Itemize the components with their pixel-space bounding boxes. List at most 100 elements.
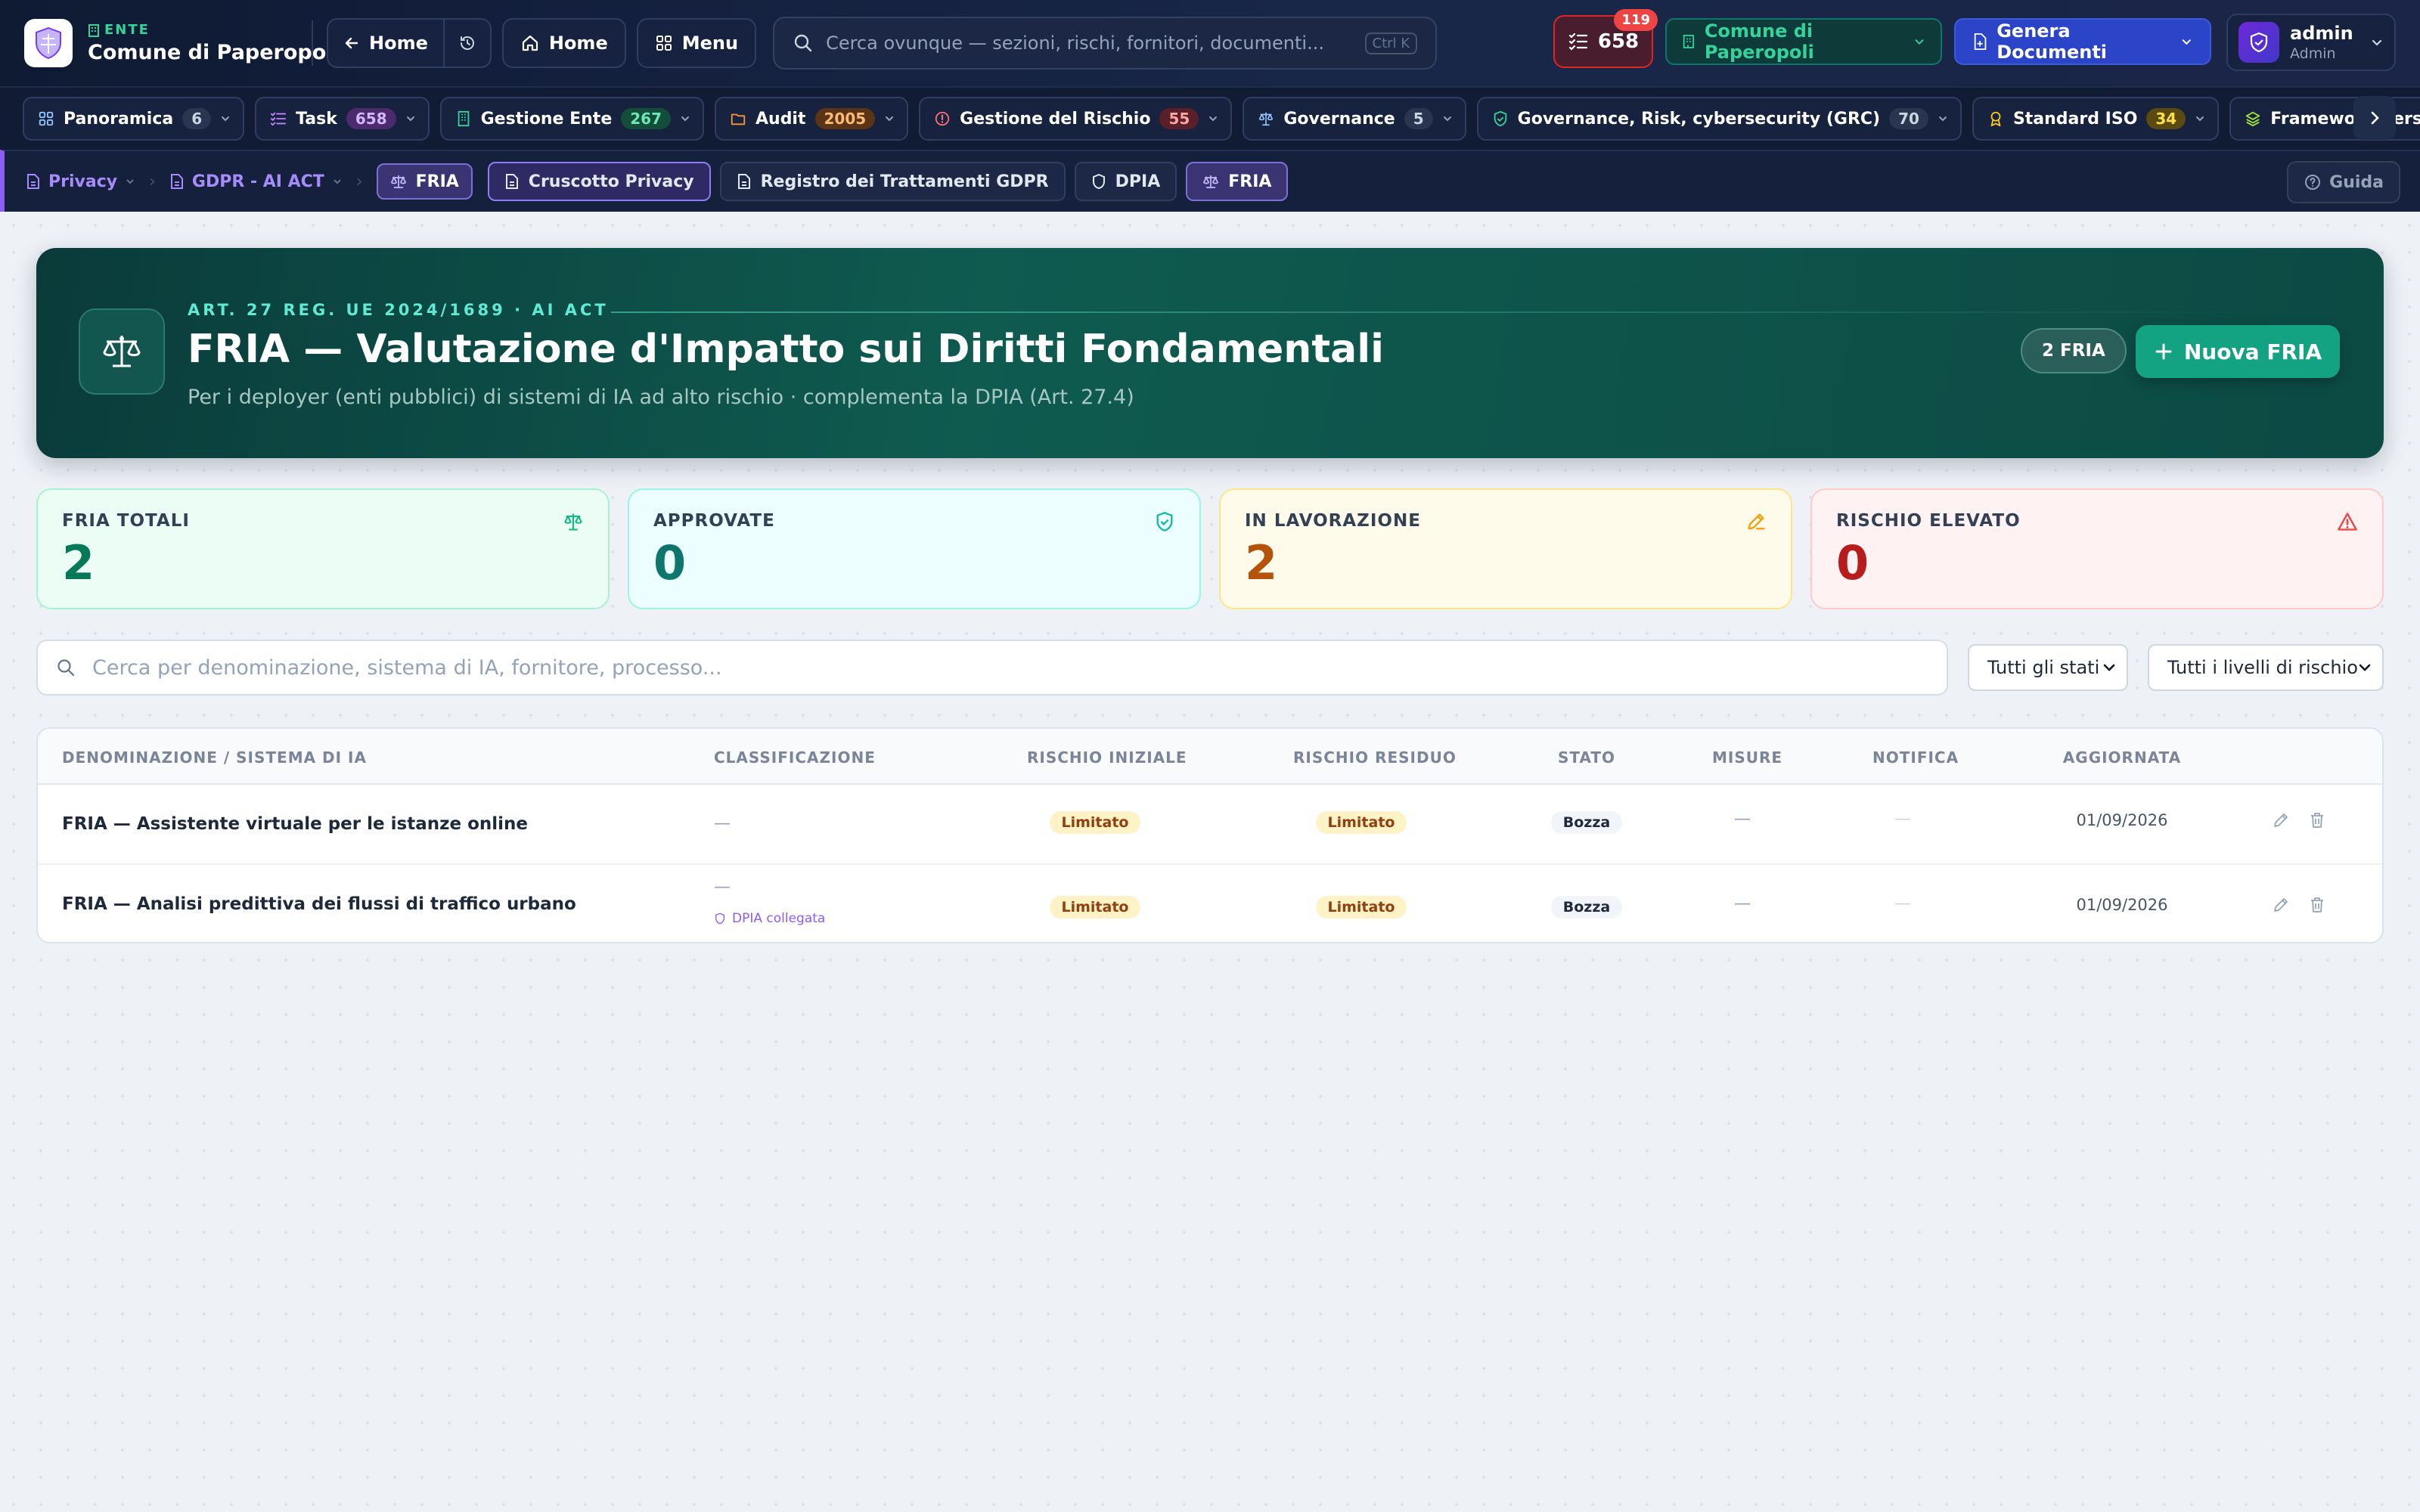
column-header[interactable]: NOTIFICA xyxy=(1872,748,1958,767)
guide-button[interactable]: Guida xyxy=(2287,161,2400,203)
module-scroll-right-button[interactable] xyxy=(2353,96,2396,140)
measures-value: — xyxy=(1734,810,1751,829)
tasklist-icon xyxy=(1568,33,1587,51)
edit-icon xyxy=(2274,898,2288,912)
user-info: admin Admin xyxy=(2290,23,2353,62)
stat-card-approvate: APPROVATE 0 xyxy=(628,488,1201,609)
breadcrumb-separator: › xyxy=(149,172,156,191)
scale-icon xyxy=(1203,175,1219,188)
plus-icon xyxy=(2155,343,2172,360)
table-row[interactable]: FRIA — Analisi predittiva dei flussi di … xyxy=(38,865,2382,942)
column-header[interactable]: RISCHIO RESIDUO xyxy=(1293,748,1456,767)
shield-check-icon xyxy=(2250,32,2268,53)
chevron-right-icon xyxy=(2371,111,2379,125)
module-label: Audit xyxy=(755,109,806,129)
module-gestione-ente[interactable]: Gestione Ente 267 xyxy=(439,97,704,141)
residual-risk-badge: Limitato xyxy=(1315,896,1407,919)
column-header[interactable]: DENOMINAZIONE / SISTEMA DI IA xyxy=(62,748,367,767)
pencil-icon xyxy=(1748,513,1765,530)
generate-documents-button[interactable]: Genera Documenti xyxy=(1954,18,2211,65)
app-logo[interactable] xyxy=(24,19,73,67)
module-gestione-del-rischio[interactable]: Gestione del Rischio 55 xyxy=(919,97,1233,141)
module-bar: Panoramica 6 Task 658 Gestione Ente 267 Audit 2… xyxy=(0,86,2420,150)
column-header[interactable]: CLASSIFICAZIONE xyxy=(714,748,876,767)
tab-fria-label: FRIA xyxy=(1228,172,1272,191)
column-header[interactable]: AGGIORNATA xyxy=(2055,748,2189,767)
edit-button[interactable] xyxy=(2272,811,2290,829)
chevron-down-icon xyxy=(1938,116,1947,122)
delete-button[interactable] xyxy=(2308,811,2326,829)
tab-dpia[interactable]: DPIA xyxy=(1074,162,1177,201)
stat-label: RISCHIO ELEVATO xyxy=(1836,511,2021,531)
building-icon xyxy=(458,110,469,127)
column-header[interactable]: STATO xyxy=(1541,748,1632,767)
task-counter-button[interactable]: 658 119 xyxy=(1553,9,1658,68)
stat-value: 0 xyxy=(1836,535,1869,590)
chevron-down-icon xyxy=(681,116,689,122)
breadcrumb-privacy[interactable]: Privacy xyxy=(26,172,135,191)
tab-fria[interactable]: FRIA xyxy=(1186,162,1289,201)
document-icon xyxy=(737,174,750,189)
building-icon xyxy=(88,23,99,37)
user-name: admin xyxy=(2290,23,2353,44)
stat-card-fria-totali: FRIA TOTALI 2 xyxy=(36,488,610,609)
residual-risk-cell: Limitato xyxy=(1293,811,1429,834)
module-count-badge: 267 xyxy=(621,108,671,129)
new-fria-button[interactable]: Nuova FRIA xyxy=(2136,325,2340,378)
fria-search-placeholder: Cerca per denominazione, sistema di IA, … xyxy=(92,655,722,680)
stat-label: APPROVATE xyxy=(653,511,775,531)
module-task[interactable]: Task 658 xyxy=(255,97,430,141)
module-count-badge: 2005 xyxy=(814,108,876,129)
chevron-down-icon xyxy=(1443,116,1451,122)
risk-filter-select[interactable]: Tutti i livelli di rischio xyxy=(2148,644,2384,691)
ente-selector-label: Comune di Paperopoli xyxy=(1704,20,1814,63)
initial-risk-cell: Limitato xyxy=(1027,811,1163,834)
table-row[interactable]: FRIA — Assistente virtuale per le istanz… xyxy=(38,785,2382,865)
menu-button[interactable]: Menu xyxy=(636,18,757,68)
module-panoramica[interactable]: Panoramica 6 xyxy=(23,97,245,141)
updated-date: 01/09/2026 xyxy=(2076,811,2168,829)
ente-name: Comune di Paperopoli xyxy=(88,41,340,64)
back-button[interactable]: Home xyxy=(328,20,443,67)
user-menu[interactable]: admin Admin xyxy=(2226,14,2396,71)
home-button[interactable]: Home xyxy=(501,18,626,68)
column-header[interactable]: MISURE xyxy=(1712,748,1782,767)
module-label: Governance xyxy=(1283,109,1395,129)
row-classification: — xyxy=(714,878,731,897)
ente-selector[interactable]: Comune di Paperopoli xyxy=(1665,18,1942,65)
tab-cruscotto-privacy[interactable]: Cruscotto Privacy xyxy=(487,162,711,201)
breadcrumb-gdpr[interactable]: GDPR - AI ACT xyxy=(169,172,343,191)
chevron-down-icon xyxy=(126,179,134,184)
scale-icon xyxy=(390,175,406,188)
tab-registro-trattamenti[interactable]: Registro dei Trattamenti GDPR xyxy=(719,162,1066,201)
row-name[interactable]: FRIA — Analisi predittiva dei flussi di … xyxy=(62,894,576,914)
document-icon xyxy=(27,174,39,189)
stat-icon-wrap xyxy=(1745,511,1767,532)
status-filter-select[interactable]: Tutti gli stati xyxy=(1968,644,2128,691)
measures-cell: — xyxy=(1712,894,1773,913)
ente-tag: ENTE xyxy=(88,22,307,38)
delete-button[interactable] xyxy=(2308,896,2326,914)
notification-value: — xyxy=(1894,810,1911,829)
dpia-link[interactable]: DPIA collegata xyxy=(714,911,825,926)
history-button[interactable] xyxy=(442,20,490,67)
module-audit[interactable]: Audit 2005 xyxy=(715,97,909,141)
row-name[interactable]: FRIA — Assistente virtuale per le istanz… xyxy=(62,814,528,834)
module-standard-iso[interactable]: Standard ISO 34 xyxy=(1972,97,2220,141)
hero-banner: ART. 27 REG. UE 2024/1689 · AI ACT FRIA … xyxy=(36,248,2384,458)
menu-button-label: Menu xyxy=(681,33,739,54)
breadcrumb-fria-label: FRIA xyxy=(415,172,459,191)
module-count-badge: 70 xyxy=(1889,108,1928,129)
column-header[interactable]: RISCHIO INIZIALE xyxy=(1027,748,1187,767)
building-icon xyxy=(1683,35,1695,48)
module-governance-risk-cybersecurity-grc[interactable]: Governance, Risk, cybersecurity (GRC) 70 xyxy=(1476,97,1962,141)
global-search-input[interactable]: Cerca ovunque — sezioni, rischi, fornito… xyxy=(773,17,1438,70)
edit-button[interactable] xyxy=(2272,896,2290,914)
scale-icon xyxy=(564,513,582,531)
breadcrumb-fria[interactable]: FRIA xyxy=(376,163,473,200)
module-governance[interactable]: Governance 5 xyxy=(1243,97,1466,141)
module-label: Panoramica xyxy=(64,109,174,129)
warning-triangle-icon xyxy=(2338,513,2357,531)
hero-decor-line xyxy=(611,311,2260,313)
fria-search-input[interactable]: Cerca per denominazione, sistema di IA, … xyxy=(36,640,1948,696)
